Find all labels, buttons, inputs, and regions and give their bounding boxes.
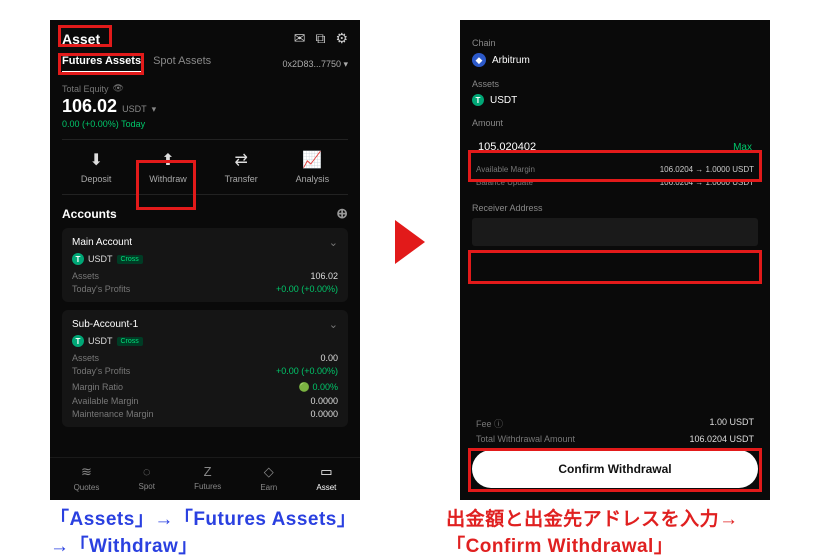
chain-label: Chain [472, 38, 758, 48]
withdraw-icon: ⬆ [161, 150, 174, 170]
transfer-button[interactable]: ⇄Transfer [225, 150, 258, 184]
deposit-icon: ⬇ [89, 150, 102, 170]
header-icons: ✉ ⧉ ⚙ [294, 30, 348, 47]
nav-quotes[interactable]: ≋Quotes [74, 464, 100, 492]
margin-ratio-value: 🟢 0.00% [299, 382, 338, 393]
caption-right: 出金額と出金先アドレスを入力→「Confirm Withdrawal」 [446, 504, 810, 558]
amount-label: Amount [472, 118, 758, 128]
transfer-icon: ⇄ [234, 150, 247, 170]
amount-input[interactable]: 105.020402 Max [472, 133, 758, 161]
equity-today: 0.00 (+0.00%) Today [62, 119, 348, 129]
account-title: Main Account [72, 237, 132, 248]
chevron-down-icon[interactable]: ⌄ [329, 236, 338, 249]
nav-spot[interactable]: ◌Spot [138, 464, 154, 492]
max-button[interactable]: Max [733, 142, 752, 153]
spot-icon: ◌ [143, 464, 151, 479]
withdraw-button[interactable]: ⬆Withdraw [149, 150, 187, 184]
total-equity-value: 106.02 USDT ▾ [62, 96, 348, 117]
chat-icon[interactable]: ✉ [294, 30, 306, 47]
triangle-right-icon [395, 220, 425, 264]
accounts-heading: Accounts [62, 207, 117, 221]
nav-futures[interactable]: ZFutures [194, 464, 221, 492]
receiver-address-input[interactable] [472, 218, 758, 246]
wallet-address-short[interactable]: 0x2D83...7750 ▾ [282, 59, 348, 70]
usdt-icon: T [72, 253, 84, 265]
nav-asset[interactable]: ▭Asset [316, 464, 336, 492]
cross-badge: Cross [117, 255, 143, 264]
usdt-icon: T [472, 94, 484, 106]
tab-futures-assets[interactable]: Futures Assets [62, 55, 141, 73]
account-title: Sub-Account-1 [72, 319, 138, 330]
analysis-button[interactable]: 📈Analysis [296, 150, 330, 184]
nav-earn[interactable]: ◇Earn [260, 464, 277, 492]
analysis-icon: 📈 [302, 150, 322, 170]
confirm-withdrawal-button[interactable]: Confirm Withdrawal [472, 450, 758, 488]
gear-icon[interactable]: ⚙ [335, 30, 348, 47]
chevron-down-icon[interactable]: ▾ [152, 104, 157, 114]
tab-spot-assets[interactable]: Spot Assets [153, 55, 211, 73]
main-account-card[interactable]: Main Account ⌄ T USDT Cross Assets106.02… [62, 228, 348, 302]
info-icon[interactable]: ⓘ [494, 419, 503, 429]
arbitrum-icon: ◆ [472, 53, 486, 67]
chain-selector[interactable]: ◆ Arbitrum [472, 53, 758, 67]
asset-icon: ▭ [320, 464, 332, 480]
add-account-button[interactable]: ⊕ [336, 205, 348, 222]
receiver-label: Receiver Address [472, 203, 758, 213]
phone-withdraw: Chain ◆ Arbitrum Assets T USDT Amount 10… [460, 20, 770, 500]
chevron-down-icon[interactable]: ⌄ [329, 318, 338, 331]
deposit-button[interactable]: ⬇Deposit [81, 150, 112, 184]
highlight-receiver [468, 250, 762, 284]
futures-icon: Z [204, 464, 212, 479]
quotes-icon: ≋ [81, 464, 92, 480]
page-title: Asset [62, 31, 100, 47]
scan-icon[interactable]: ⧉ [315, 30, 325, 47]
cross-badge: Cross [117, 337, 143, 346]
eye-icon[interactable]: 👁 [113, 83, 124, 94]
fee-label: Fee ⓘ [476, 417, 503, 430]
asset-selector[interactable]: T USDT [472, 94, 758, 106]
assets-label: Assets [472, 79, 758, 89]
caption-left: 「Assets」→「Futures Assets」→「Withdraw」 [50, 504, 366, 558]
earn-icon: ◇ [264, 464, 274, 480]
flow-arrow [360, 20, 460, 264]
phone-assets: Asset ✉ ⧉ ⚙ Futures Assets Spot Assets 0… [50, 20, 360, 500]
bottom-nav: ≋Quotes ◌Spot ZFutures ◇Earn ▭Asset [50, 457, 360, 500]
usdt-icon: T [72, 335, 84, 347]
sub-account-card[interactable]: Sub-Account-1 ⌄ T USDT Cross Assets0.00 … [62, 310, 348, 427]
total-equity-label: Total Equity👁 [62, 83, 348, 94]
